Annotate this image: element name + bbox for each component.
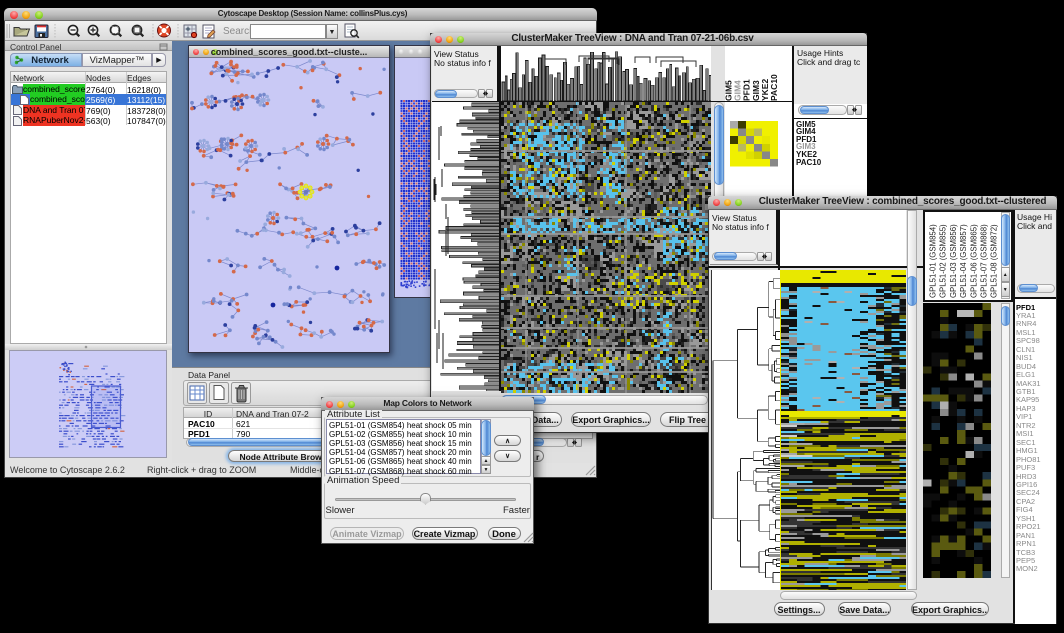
svg-text:GPL51-08 (GSM872): GPL51-08 (GSM872) (990, 223, 999, 297)
svg-text:GPL51-03 (GSM856): GPL51-03 (GSM856) (949, 223, 958, 297)
svg-text:GPL51-07 (GSM868): GPL51-07 (GSM868) (980, 223, 989, 297)
svg-text:GPL51-06 (GSM865): GPL51-06 (GSM865) (969, 223, 978, 297)
svg-text:GPL51-02 (GSM855): GPL51-02 (GSM855) (939, 223, 948, 297)
svg-text:PAC10: PAC10 (769, 73, 779, 100)
svg-text:GPL51-04 (GSM857): GPL51-04 (GSM857) (959, 223, 968, 297)
svg-text:GPL51-01 (GSM854): GPL51-01 (GSM854) (929, 223, 938, 297)
